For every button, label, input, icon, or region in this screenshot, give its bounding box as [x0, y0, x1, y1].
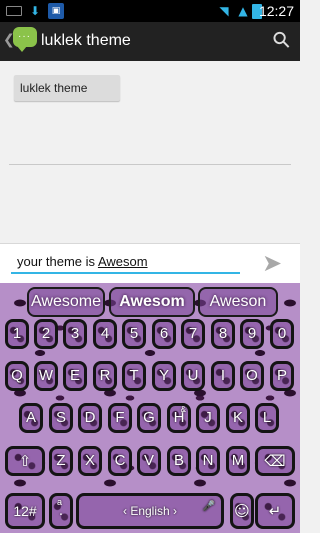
smiley-key[interactable]: ☺: [230, 493, 254, 529]
signal-icon: ▲: [238, 4, 248, 18]
key-0[interactable]: 0: [270, 319, 294, 349]
key-k[interactable]: K: [226, 403, 250, 433]
messaging-app-icon[interactable]: ···: [13, 27, 37, 52]
key-r[interactable]: R: [93, 361, 117, 391]
key-w[interactable]: W: [34, 361, 58, 391]
key-7[interactable]: 7: [181, 319, 205, 349]
suggestion-3[interactable]: Aweson: [198, 287, 278, 317]
compose-bar: your theme is Awesom ➤: [0, 243, 300, 284]
key-6[interactable]: 6: [152, 319, 176, 349]
conversation-area: luklek theme: [0, 61, 300, 243]
key-c[interactable]: C: [108, 446, 132, 476]
suggestion-1[interactable]: Awesome: [27, 287, 105, 317]
key-1[interactable]: 1: [5, 319, 29, 349]
send-icon[interactable]: ➤: [262, 250, 288, 276]
key-t[interactable]: T: [122, 361, 146, 391]
backspace-key[interactable]: ⌫: [255, 446, 295, 476]
mic-icon: 🎤: [202, 501, 215, 512]
punctuation-key[interactable]: .a: [49, 493, 73, 529]
key-n[interactable]: N: [196, 446, 220, 476]
message-prefix: your theme is: [17, 254, 98, 269]
shift-key[interactable]: ⇧: [5, 446, 45, 476]
key-z[interactable]: Z: [49, 446, 73, 476]
key-o[interactable]: O: [240, 361, 264, 391]
recipient-chip-label: luklek theme: [20, 81, 88, 95]
shift-icon: ⇧: [18, 452, 32, 470]
keyboard-icon: [6, 6, 22, 16]
punctuation-alt: a: [57, 497, 63, 507]
key-b[interactable]: B: [167, 446, 191, 476]
key-u[interactable]: U: [181, 361, 205, 391]
key-8[interactable]: 8: [211, 319, 235, 349]
download-icon: ⬇: [29, 4, 41, 18]
enter-icon: ↵: [268, 502, 282, 520]
app-notification-icon: ▣: [48, 3, 64, 19]
recipient-chip[interactable]: luklek theme: [14, 75, 120, 101]
smiley-icon: ☺: [234, 502, 250, 520]
composing-word: Awesom: [97, 254, 148, 269]
key-d[interactable]: D: [78, 403, 102, 433]
key-l[interactable]: L: [255, 403, 279, 433]
suggestion-2[interactable]: Awesom: [109, 287, 195, 317]
key-q[interactable]: Q: [5, 361, 29, 391]
action-bar: ❮ ··· luklek theme ⚲: [0, 22, 300, 61]
status-time: 12:27: [258, 3, 294, 19]
key-e[interactable]: E: [63, 361, 87, 391]
symbols-key[interactable]: 12#: [5, 493, 45, 529]
key-a[interactable]: A: [19, 403, 43, 433]
status-bar: ⬇ ▣ ◥ ▲ 12:27: [0, 0, 300, 22]
key-h-alt: &: [180, 405, 186, 414]
keyboard: Awesome Awesom Aweson 1 2 3 4 5 6 7 8 9 …: [0, 283, 300, 533]
key-h[interactable]: H &: [167, 403, 191, 433]
key-y[interactable]: Y: [152, 361, 176, 391]
wifi-icon: ◥: [219, 4, 229, 18]
backspace-icon: ⌫: [264, 452, 286, 470]
key-i[interactable]: I: [211, 361, 235, 391]
attach-icon[interactable]: ⚲: [267, 26, 296, 55]
page-title: luklek theme: [41, 32, 131, 49]
language-label: ‹ English ›: [122, 504, 178, 518]
recipient-field-underline: [9, 164, 291, 165]
key-s[interactable]: S: [49, 403, 73, 433]
key-3[interactable]: 3: [63, 319, 87, 349]
key-p[interactable]: P: [270, 361, 294, 391]
key-x[interactable]: X: [78, 446, 102, 476]
key-2[interactable]: 2: [34, 319, 58, 349]
key-5[interactable]: 5: [122, 319, 146, 349]
space-key[interactable]: ‹ English › 🎤: [76, 493, 224, 529]
key-g[interactable]: G: [137, 403, 161, 433]
key-j[interactable]: J: [196, 403, 220, 433]
key-v[interactable]: V: [137, 446, 161, 476]
key-m[interactable]: M: [226, 446, 250, 476]
message-input[interactable]: your theme is Awesom: [11, 250, 240, 274]
key-4[interactable]: 4: [93, 319, 117, 349]
key-f[interactable]: F: [108, 403, 132, 433]
enter-key[interactable]: ↵: [255, 493, 295, 529]
key-9[interactable]: 9: [240, 319, 264, 349]
